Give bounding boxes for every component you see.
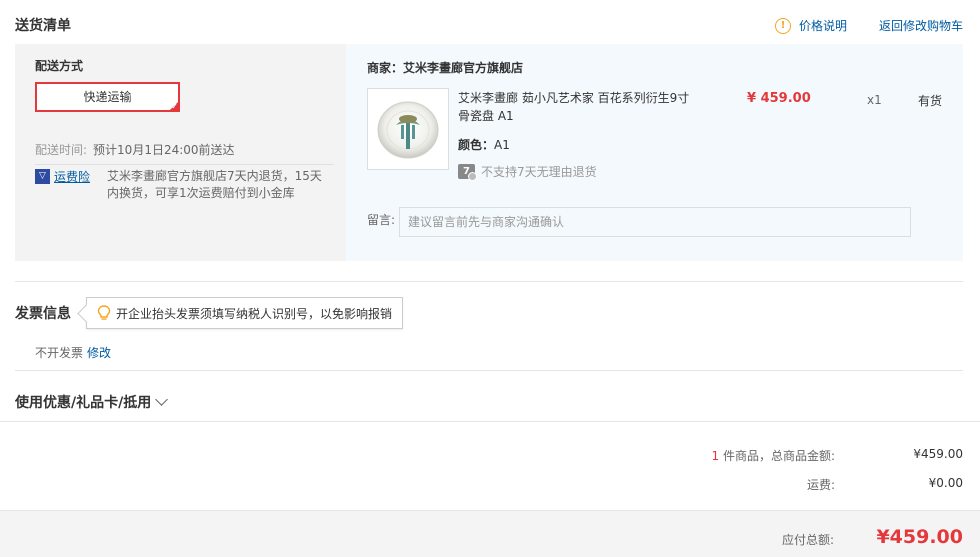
- items-total-value: ¥459.00: [913, 447, 963, 461]
- shipping-method-label: 配送方式: [35, 59, 84, 73]
- summary-items-row: 1 件商品，总商品金额: ¥459.00: [535, 447, 964, 464]
- delivery-time: 配送时间: 预计10月1日24:00前送达: [35, 141, 235, 158]
- color-label: 颜色：: [458, 138, 495, 152]
- insurance-link[interactable]: 运费险: [54, 168, 90, 185]
- shipping-option-express[interactable]: 快递运输 ✓: [35, 82, 180, 112]
- shield-icon: ▽: [35, 169, 50, 184]
- items-label-text: 件商品，总商品金额:: [719, 449, 835, 463]
- product-color: 颜色：A1: [458, 136, 510, 153]
- lightbulb-icon: [97, 305, 111, 320]
- summary-shipping-row: 运费: ¥0.00: [535, 476, 963, 493]
- invoice-title: 发票信息: [15, 306, 71, 322]
- invoice-status: 不开发票: [35, 346, 84, 360]
- product-quantity: x1: [867, 93, 882, 107]
- invoice-edit-link[interactable]: 修改: [87, 346, 111, 360]
- message-input[interactable]: [399, 207, 911, 237]
- product-panel: 商家：艾米李畫廊官方旗舰店 艾米李畫廊 茹小凡艺术家 百花系列衍生9寸骨瓷盘 A…: [346, 44, 963, 261]
- shipping-insurance: ▽ 运费险 艾米李畫廊官方旗舰店7天内退货，15天内换货，可享1次运费赔付到小金…: [35, 168, 332, 202]
- page-title: 送货清单: [15, 18, 71, 34]
- shipping-panel: 配送方式 快递运输 ✓ 配送时间: 预计10月1日24:00前送达 ▽ 运费险 艾…: [15, 44, 346, 261]
- product-price: ¥ 459.00: [747, 91, 811, 106]
- payable-label: 应付总额:: [781, 533, 834, 547]
- color-value: A1: [494, 138, 510, 152]
- back-to-cart-link[interactable]: 返回修改购物车: [879, 17, 963, 34]
- insurance-description: 艾米李畫廊官方旗舰店7天内退货，15天内换货，可享1次运费赔付到小金库: [107, 169, 322, 200]
- price-info-link[interactable]: ! 价格说明: [775, 17, 847, 34]
- shipping-fee-value: ¥0.00: [928, 476, 963, 490]
- items-total-label: 1 件商品，总商品金额:: [535, 447, 836, 464]
- check-icon: ✓: [171, 102, 178, 111]
- delivery-time-label: 配送时间:: [35, 143, 88, 157]
- product-thumbnail[interactable]: [367, 88, 449, 170]
- divider: [15, 370, 963, 371]
- exclamation-icon: !: [775, 17, 791, 34]
- invoice-tip-text: 开企业抬头发票须填写纳税人识别号，以免影响报销: [116, 306, 393, 321]
- plate-image-icon: [377, 101, 439, 159]
- divider: [0, 421, 980, 422]
- message-label: 留言:: [367, 213, 396, 227]
- chevron-down-icon: [155, 393, 169, 406]
- invoice-tip-tooltip: 开企业抬头发票须填写纳税人识别号，以免影响报销: [86, 297, 404, 329]
- no-return-text: 不支持7天无理由退货: [481, 165, 597, 179]
- coupon-toggle[interactable]: 使用优惠/礼品卡/抵用: [15, 392, 169, 412]
- shipping-option-label: 快递运输: [83, 90, 132, 104]
- delivery-time-value: 预计10月1日24:00前送达: [93, 143, 235, 157]
- no-return-notice: 7 不支持7天无理由退货: [458, 163, 597, 181]
- product-name-link[interactable]: 艾米李畫廊 茹小凡艺术家 百花系列衍生9寸骨瓷盘 A1: [458, 89, 698, 125]
- no-7day-return-icon: 7: [458, 164, 477, 181]
- divider: [15, 281, 963, 282]
- payable-bar: 应付总额: ¥459.00: [0, 510, 980, 557]
- payable-total: ¥459.00: [876, 526, 963, 548]
- shipping-fee-label: 运费:: [806, 478, 835, 492]
- invoice-value: 不开发票 修改: [35, 344, 111, 361]
- price-info-label: 价格说明: [799, 19, 848, 33]
- item-count: 1: [711, 449, 720, 463]
- divider: [35, 164, 334, 165]
- stock-status: 有货: [918, 94, 943, 108]
- coupon-title: 使用优惠/礼品卡/抵用: [15, 395, 152, 411]
- shop-name: 商家：艾米李畫廊官方旗舰店: [367, 61, 524, 75]
